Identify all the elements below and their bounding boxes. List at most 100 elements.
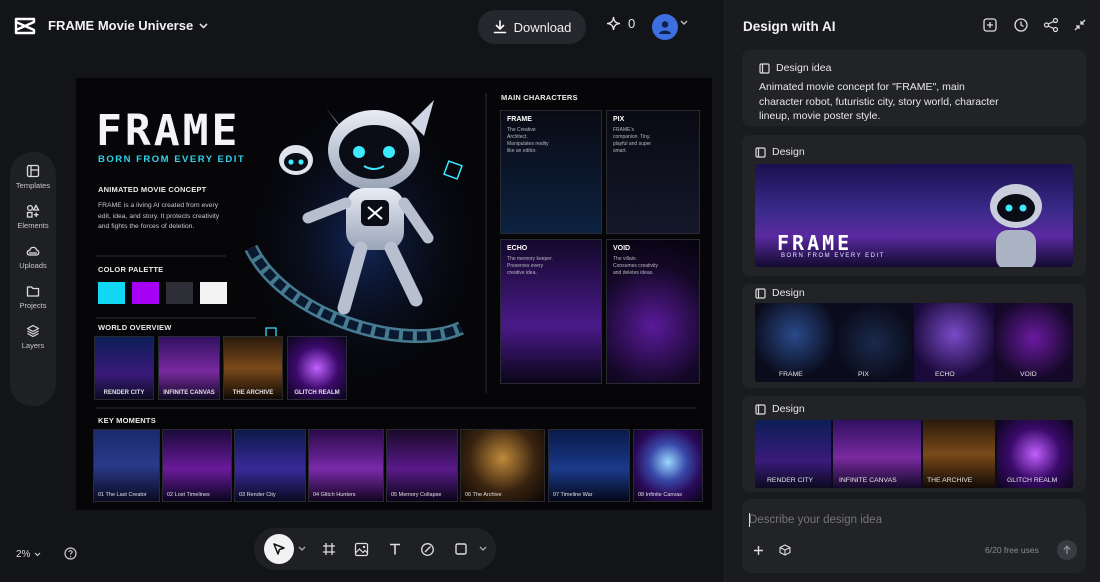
design-idea-text: Animated movie concept for "FRAME", main… — [759, 81, 999, 122]
chevron-down-icon[interactable] — [477, 545, 489, 553]
help-icon[interactable] — [64, 547, 77, 560]
character-name: PIX — [613, 116, 625, 123]
layers-icon — [26, 324, 40, 338]
zoom-control[interactable]: 2% — [16, 549, 41, 560]
crop-tool-button[interactable] — [312, 534, 345, 564]
world-caption: THE ARCHIVE — [232, 390, 274, 396]
design-header: Design — [755, 146, 805, 158]
tool-uploads[interactable]: Uploads — [19, 244, 47, 270]
design-header: Design — [755, 403, 805, 415]
lineup-caption: PIX — [858, 371, 869, 378]
design-idea-header: Design idea — [759, 62, 831, 74]
poster-robot — [990, 184, 1042, 267]
character-name: VOID — [613, 245, 631, 252]
credits-counter[interactable]: 0 — [606, 16, 635, 31]
cube-icon[interactable] — [779, 544, 791, 556]
share-icon[interactable] — [1043, 17, 1059, 33]
new-chat-icon[interactable] — [982, 17, 998, 33]
poster-preview[interactable]: FRAME BORN FROM EVERY EDIT — [755, 164, 1073, 267]
design-canvas[interactable]: FRAME BORN FROM EVERY EDIT ANIMATED MOVI… — [76, 78, 712, 510]
tool-layers[interactable]: Layers — [22, 324, 44, 350]
plus-icon[interactable] — [753, 545, 764, 556]
character-desc: The villain. Consumes creativity and del… — [613, 256, 659, 276]
editor-area: FRAME Movie Universe Download 0 Template… — [0, 0, 724, 582]
design-doc-icon — [755, 403, 766, 415]
poster-tagline: BORN FROM EVERY EDIT — [781, 253, 885, 259]
moment-caption: 03 Render City — [239, 492, 276, 498]
moment-caption: 04 Glitch Hunters — [313, 492, 356, 498]
image-icon — [354, 542, 369, 556]
world-thumb: INFINITE CANVAS — [158, 336, 220, 400]
character-desc: The memory keeper. Preserves every creat… — [507, 256, 553, 276]
tool-rail: Templates Elements Uploads Projects Laye… — [10, 152, 56, 406]
character-desc: FRAME's companion. Tiny, playful and sup… — [613, 127, 652, 154]
prompt-input[interactable] — [749, 509, 1069, 531]
projects-icon — [26, 286, 40, 297]
design-label: Design — [772, 287, 805, 299]
canvas-title: FRAME — [96, 106, 241, 156]
send-button[interactable] — [1057, 540, 1077, 560]
project-title-menu[interactable]: FRAME Movie Universe — [48, 18, 208, 33]
poster-title: FRAME — [777, 231, 853, 255]
pen-icon — [421, 542, 434, 556]
moment-thumb: 01 The Last Creator — [93, 429, 160, 502]
design-header: Design — [755, 287, 805, 299]
character-card-frame[interactable]: FRAME The Creative Architect. Manipulate… — [500, 110, 602, 234]
moment-caption: 02 Lost Timelines — [167, 492, 210, 498]
zoom-value: 2% — [16, 549, 31, 560]
select-tool-button[interactable] — [264, 534, 294, 564]
world-preview[interactable]: RENDER CITY INFINITE CANVAS THE ARCHIVE … — [755, 420, 1073, 488]
moment-thumb: 07 Timeline War — [548, 429, 630, 502]
tool-elements[interactable]: Elements — [17, 204, 49, 230]
moment-caption: 06 The Archive — [465, 492, 502, 498]
square-icon — [454, 543, 467, 555]
tool-projects[interactable]: Projects — [19, 284, 47, 310]
world-caption: GLITCH REALM — [294, 390, 340, 396]
download-button[interactable]: Download — [478, 10, 586, 44]
history-icon[interactable] — [1013, 17, 1029, 33]
world-heading: WORLD OVERVIEW — [98, 323, 172, 332]
character-card-pix[interactable]: PIX FRAME's companion. Tiny, playful and… — [606, 110, 700, 234]
text-tool-button[interactable] — [378, 534, 411, 564]
palette-swatch-white — [200, 282, 227, 304]
palette-swatch-cyan — [98, 282, 125, 304]
frame-icon — [322, 543, 335, 555]
lineup-caption: FRAME — [779, 371, 803, 378]
capcut-logo-icon[interactable] — [14, 16, 36, 36]
palette-swatch-purple — [132, 282, 159, 304]
credits-value: 0 — [628, 16, 636, 31]
moments-heading: KEY MOMENTS — [98, 416, 156, 425]
character-card-void[interactable]: VOID The villain. Consumes creativity an… — [606, 239, 700, 384]
draw-tool-button[interactable] — [411, 534, 444, 564]
moment-thumb: 05 Memory Collapse — [386, 429, 458, 502]
free-uses-counter: 6/20 free uses — [985, 545, 1039, 555]
concept-heading: ANIMATED MOVIE CONCEPT — [98, 185, 207, 194]
design-label: Design — [772, 146, 805, 158]
design-doc-icon — [755, 146, 766, 158]
world-strip-caption: GLITCH REALM — [1007, 477, 1058, 484]
image-tool-button[interactable] — [345, 534, 378, 564]
chevron-down-icon — [35, 552, 41, 557]
chevron-down-icon[interactable] — [680, 20, 688, 26]
moment-thumb: 08 Infinite Canvas — [633, 429, 703, 502]
lineup-pix — [834, 303, 914, 382]
world-strip-caption: INFINITE CANVAS — [839, 477, 897, 484]
palette-swatch-gray — [166, 282, 193, 304]
tool-templates[interactable]: Templates — [16, 164, 50, 190]
shape-tool-button[interactable] — [444, 534, 477, 564]
chevron-down-icon[interactable] — [296, 545, 308, 553]
character-card-echo[interactable]: ECHO The memory keeper. Preserves every … — [500, 239, 602, 384]
pointer-icon — [273, 543, 285, 555]
lineup-preview[interactable]: FRAME PIX ECHO VOID — [755, 303, 1073, 382]
uploads-icon — [26, 246, 40, 256]
moment-thumb: 06 The Archive — [460, 429, 545, 502]
tool-label: Projects — [19, 301, 47, 310]
character-name: ECHO — [507, 245, 528, 252]
canvas-tagline: BORN FROM EVERY EDIT — [98, 154, 246, 165]
character-name: FRAME — [507, 116, 532, 123]
text-icon — [389, 543, 400, 555]
concept-text: FRAME is a living AI created from every … — [98, 202, 220, 230]
user-avatar[interactable] — [652, 14, 678, 40]
collapse-icon[interactable] — [1072, 17, 1088, 33]
character-desc: The Creative Architect. Manipulates real… — [507, 127, 549, 154]
